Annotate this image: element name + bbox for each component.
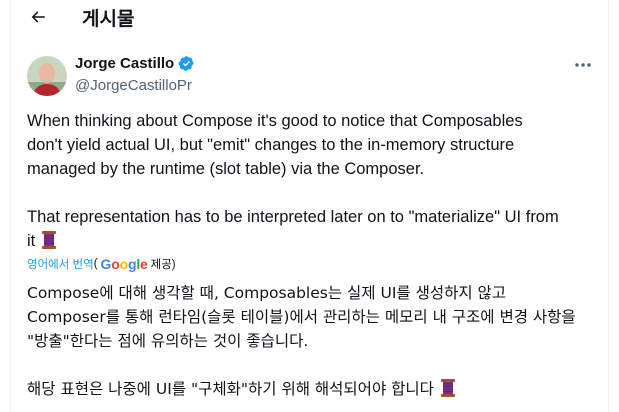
text-line: When thinking about Compose it's good to… xyxy=(27,112,523,130)
text-line: don't yield actual UI, but "emit" change… xyxy=(27,136,515,154)
avatar[interactable] xyxy=(27,56,67,96)
text-line: Compose에 대해 생각할 때, Composables는 실제 UI를 생… xyxy=(27,284,507,302)
tweet-paragraph-1: When thinking about Compose it's good to… xyxy=(27,109,597,181)
author-name-row[interactable]: Jorge Castillo xyxy=(75,55,195,72)
text-line: "방출"한다는 점에 유의하는 것이 좋습니다. xyxy=(27,332,309,350)
arrow-left-icon[interactable] xyxy=(28,8,48,26)
translated-from-link[interactable]: 영어에서 번역 xyxy=(27,256,94,272)
thread-spool-icon xyxy=(440,379,455,397)
author-handle[interactable]: @JorgeCastilloPr xyxy=(75,77,192,94)
provider-suffix: 제공) xyxy=(150,259,176,271)
text-line: managed by the runtime (slot table) via … xyxy=(27,160,425,178)
text-fragment: it xyxy=(27,232,36,250)
verified-badge-icon xyxy=(178,56,194,71)
text-line: it xyxy=(27,229,597,253)
text-line: 해당 표현은 나중에 UI를 "구체화"하기 위해 해석되어야 합니다 xyxy=(27,380,434,398)
top-bar: 게시물 xyxy=(0,0,619,34)
text-line: Composer를 통해 런타임(슬롯 테이블)에서 관리하는 메모리 내 구조… xyxy=(27,308,576,326)
more-horizontal-icon[interactable] xyxy=(574,60,592,70)
translated-paragraph-1: Compose에 대해 생각할 때, Composables는 실제 UI를 생… xyxy=(27,281,597,353)
tweet-paragraph-2: That representation has to be interprete… xyxy=(27,205,597,253)
text-line: That representation has to be interprete… xyxy=(27,208,559,226)
translated-paragraph-2: 해당 표현은 나중에 UI를 "구체화"하기 위해 해석되어야 합니다 xyxy=(27,377,597,401)
page-title: 게시물 xyxy=(82,8,135,30)
google-logo: Google xyxy=(100,256,148,272)
translation-attribution: 영어에서 번역 ( Google 제공) xyxy=(27,256,176,272)
author-name[interactable]: Jorge Castillo xyxy=(75,55,174,72)
thread-spool-icon xyxy=(41,231,56,249)
paren-open: ( xyxy=(93,258,98,270)
